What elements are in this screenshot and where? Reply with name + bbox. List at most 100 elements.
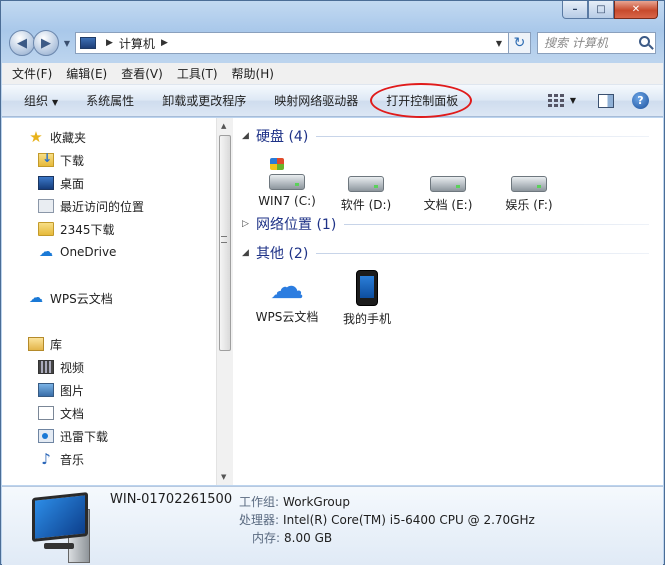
drive-c[interactable]: WIN7 (C:) — [252, 158, 322, 208]
nav-videos[interactable]: 视频 — [38, 358, 84, 376]
minimize-button[interactable]: – — [562, 1, 588, 19]
back-button[interactable]: ◀ — [9, 30, 35, 56]
group-other-title: 其他 (2) — [256, 246, 309, 262]
group-divider — [344, 223, 649, 225]
nav-xunlei-downloads[interactable]: 迅雷下载 — [38, 427, 108, 445]
hard-drive-icon — [511, 176, 547, 192]
phone-icon — [356, 270, 378, 306]
nav-desktop-label: 桌面 — [60, 176, 85, 191]
nav-wps-cloud[interactable]: ☁ WPS云文档 — [28, 289, 113, 307]
navigation-pane: ★ 收藏夹 下载 桌面 最近访问的位置 2345下载 ☁ OneDrive — [2, 118, 216, 485]
navigation-scrollbar[interactable]: ▲ ▼ — [216, 118, 233, 485]
drive-e[interactable]: 文档 (E:) — [413, 160, 483, 213]
search-icon[interactable] — [639, 36, 650, 47]
system-drive-icon — [269, 174, 305, 190]
drive-e-label: 文档 (E:) — [423, 198, 473, 212]
wps-cloud-icon: ☁ — [270, 267, 304, 307]
menu-edit[interactable]: 编辑(E) — [66, 65, 107, 82]
breadcrumb-separator-icon[interactable]: ▶ — [161, 38, 168, 48]
nav-recent-places[interactable]: 最近访问的位置 — [38, 197, 144, 215]
menu-tools[interactable]: 工具(T) — [177, 65, 218, 82]
nav-onedrive-label: OneDrive — [60, 245, 117, 259]
scroll-down-icon[interactable]: ▼ — [221, 473, 226, 481]
forward-button[interactable]: ▶ — [33, 30, 59, 56]
menu-file[interactable]: 文件(F) — [12, 65, 52, 82]
change-view-icon[interactable] — [547, 93, 564, 108]
workgroup-label: 工作组: — [239, 495, 280, 509]
wps-cloud-label: WPS云文档 — [255, 310, 319, 324]
view-options-dropdown-icon[interactable]: ▼ — [570, 96, 576, 105]
nav-2345-label: 2345下载 — [60, 222, 115, 237]
wps-cloud-item[interactable]: ☁ WPS云文档 — [252, 270, 322, 325]
group-hard-disk[interactable]: ◢ 硬盘 (4) — [242, 126, 649, 146]
nav-libraries[interactable]: 库 — [28, 335, 62, 353]
group-other[interactable]: ◢ 其他 (2) — [242, 243, 649, 263]
address-dropdown-icon[interactable]: ▼ — [496, 39, 502, 48]
drive-d[interactable]: 软件 (D:) — [331, 160, 401, 213]
help-icon[interactable]: ? — [632, 92, 649, 109]
window-caption-buttons: – □ ✕ — [562, 1, 658, 20]
nav-xunlei-label: 迅雷下载 — [60, 429, 109, 444]
group-divider — [316, 135, 649, 137]
collapse-triangle-icon[interactable]: ◢ — [242, 131, 256, 141]
uninstall-program-button[interactable]: 卸载或更改程序 — [162, 92, 246, 109]
navigation-row: ◀ ▶ ▼ ▶ 计算机 ▶ ▼ ↻ — [9, 29, 656, 57]
explorer-window: – □ ✕ ◀ ▶ ▼ ▶ 计算机 ▶ ▼ ↻ 文件(F) 编辑(E) 查看(V… — [0, 0, 665, 565]
drive-f-label: 娱乐 (F:) — [505, 198, 553, 212]
nav-documents[interactable]: 文档 — [38, 404, 84, 422]
group-divider — [316, 252, 649, 254]
nav-downloads[interactable]: 下载 — [38, 151, 84, 169]
scrollbar-thumb[interactable] — [219, 135, 231, 351]
hard-drive-icon — [348, 176, 384, 192]
cpu-row: 处理器: Intel(R) Core(TM) i5-6400 CPU @ 2.70… — [239, 511, 535, 528]
recent-places-icon — [38, 199, 54, 213]
chevron-down-icon: ▼ — [52, 98, 59, 107]
ram-label: 内存: — [252, 531, 281, 545]
scrollbar-grip-icon — [221, 236, 227, 243]
drive-f[interactable]: 娱乐 (F:) — [494, 160, 564, 213]
scroll-up-icon[interactable]: ▲ — [221, 122, 226, 130]
cpu-value: Intel(R) Core(TM) i5-6400 CPU @ 2.70GHz — [283, 513, 535, 527]
details-pane: WIN-01702261500 工作组: WorkGroup 处理器: Intel(… — [2, 486, 663, 565]
my-phone-label: 我的手机 — [342, 312, 391, 326]
computer-icon — [24, 492, 104, 563]
cpu-label: 处理器: — [239, 513, 280, 527]
nav-downloads-label: 下载 — [60, 153, 85, 168]
maximize-button[interactable]: □ — [588, 1, 614, 19]
search-box[interactable] — [537, 32, 656, 54]
nav-onedrive[interactable]: ☁ OneDrive — [38, 243, 116, 261]
my-phone-item[interactable]: 我的手机 — [332, 270, 402, 327]
nav-favorites[interactable]: ★ 收藏夹 — [28, 128, 86, 146]
map-network-drive-button[interactable]: 映射网络驱动器 — [274, 92, 358, 109]
breadcrumb-separator-icon[interactable]: ▶ — [106, 38, 113, 48]
menu-help[interactable]: 帮助(H) — [232, 65, 274, 82]
nav-documents-label: 文档 — [60, 406, 85, 421]
nav-music[interactable]: ♪ 音乐 — [38, 450, 84, 468]
recent-pages-dropdown[interactable]: ▼ — [61, 39, 73, 48]
close-button[interactable]: ✕ — [614, 1, 658, 19]
workgroup-value: WorkGroup — [283, 495, 350, 509]
nav-videos-label: 视频 — [60, 360, 85, 375]
address-bar[interactable]: ▶ 计算机 ▶ ▼ — [75, 32, 509, 54]
open-control-panel-button[interactable]: 打开控制面板 — [370, 83, 473, 118]
expand-triangle-icon[interactable]: ▷ — [242, 219, 256, 229]
nav-pictures[interactable]: 图片 — [38, 381, 84, 399]
music-note-icon: ♪ — [41, 450, 51, 468]
star-icon: ★ — [29, 128, 43, 146]
breadcrumb-computer[interactable]: 计算机 — [119, 35, 155, 52]
menu-view[interactable]: 查看(V) — [121, 65, 163, 82]
nav-2345-downloads[interactable]: 2345下载 — [38, 220, 115, 238]
menu-bar: 文件(F) 编辑(E) 查看(V) 工具(T) 帮助(H) — [2, 63, 663, 85]
group-network[interactable]: ▷ 网络位置 (1) — [242, 214, 649, 234]
collapse-triangle-icon[interactable]: ◢ — [242, 248, 256, 258]
preview-pane-icon[interactable] — [598, 93, 614, 108]
workgroup-row: 工作组: WorkGroup — [239, 493, 350, 510]
nav-favorites-label: 收藏夹 — [50, 130, 87, 145]
system-properties-button[interactable]: 系统属性 — [86, 92, 134, 109]
nav-music-label: 音乐 — [60, 452, 85, 467]
refresh-button[interactable]: ↻ — [509, 32, 531, 54]
document-library-icon — [38, 406, 54, 420]
nav-desktop[interactable]: 桌面 — [38, 174, 84, 192]
organize-button[interactable]: 组织 ▼ — [24, 92, 58, 109]
download-folder-icon — [38, 151, 54, 167]
